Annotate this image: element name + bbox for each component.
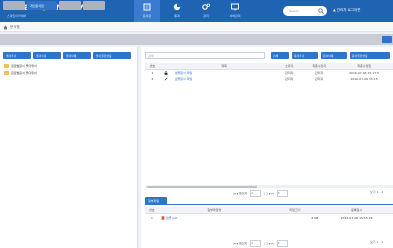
- nav-item-label: 통계: [174, 14, 180, 18]
- search-placeholder: Search: [289, 9, 300, 13]
- tab-1[interactable]: [3, 1, 25, 10]
- file-icon: [161, 215, 165, 220]
- attachment-link[interactable]: 샘플.pdf: [159, 214, 270, 222]
- folder-permission-button[interactable]: 폴더권한설정: [93, 52, 131, 59]
- edit-folder-button[interactable]: 폴더수정: [33, 52, 61, 59]
- nav-item-documents[interactable]: 문서함: [134, 0, 160, 22]
- nav-item-admin[interactable]: 관리: [193, 0, 219, 22]
- breadcrumb: 문서함: [0, 22, 393, 32]
- folder-icon: [4, 64, 9, 68]
- monitor-icon: [231, 3, 239, 11]
- delete-document-button[interactable]: 문서삭제: [321, 52, 347, 59]
- nav-item-label: 관리: [203, 14, 209, 18]
- pencil-icon: [164, 77, 168, 80]
- next-page-icon[interactable]: ▸ ▸|: [269, 192, 274, 196]
- home-icon[interactable]: [3, 25, 8, 30]
- nav-item-label: 문서함: [142, 14, 152, 18]
- tab-4[interactable]: [83, 1, 105, 10]
- tab-3[interactable]: [59, 1, 81, 10]
- table-row[interactable]: 1 샘플.pdf 2 KB 2016-07-06 15:15:26: [145, 214, 393, 222]
- app-logo-subtitle: 스마트아카이버: [7, 14, 27, 18]
- tab-bar: [0, 34, 393, 45]
- pager-top: |◂ ◂ 페이지 1 / 1 ▸ ▸| ▾: [233, 190, 290, 197]
- row-count: 보기 1 - 1: [370, 240, 384, 244]
- search-input[interactable]: Search: [283, 6, 327, 16]
- folder-panel: 폴더추가 폴더수정 폴더삭제 폴더권한설정 글로벌문서 폴더위치 글로벌문서 폴…: [0, 47, 138, 248]
- subtab-underline: [145, 204, 393, 205]
- scrollbar-thumb[interactable]: [147, 185, 257, 188]
- folder-icon: [4, 71, 9, 75]
- nav-item-label: 서버관리: [229, 14, 241, 18]
- pager-bottom: |◂ ◂ 페이지 1 / 1 ▸ ▸| ▾: [233, 240, 290, 247]
- first-page-icon[interactable]: |◂ ◂: [233, 192, 238, 196]
- next-page-icon[interactable]: ▸ ▸|: [269, 242, 274, 246]
- table-row[interactable]: 2 샘플문서 파일 관리자 관리자 2016-07-06 15:15: [145, 76, 393, 82]
- filter-input[interactable]: 검색: [145, 52, 265, 59]
- nav-item-server[interactable]: 서버관리: [222, 0, 248, 22]
- delete-folder-button[interactable]: 폴더삭제: [63, 52, 91, 59]
- gear-icon: [202, 3, 210, 10]
- pie-chart-icon: [173, 3, 181, 11]
- user-menu[interactable]: ▲ 관리자 로그아웃: [333, 8, 360, 13]
- nav-item-statistics[interactable]: 통계: [164, 0, 190, 22]
- lock-icon: [164, 70, 168, 75]
- document-title-link[interactable]: 샘플문서 파일: [173, 76, 276, 82]
- rows-per-page-select[interactable]: ▾: [276, 240, 288, 247]
- tab-attachments[interactable]: 첨부파일: [145, 197, 167, 204]
- document-permission-button[interactable]: 문서권한설정: [350, 52, 390, 59]
- tab-label: 개인문서함: [30, 3, 44, 8]
- add-tab-button[interactable]: [382, 36, 392, 43]
- horizontal-scrollbar[interactable]: [145, 185, 393, 188]
- document-box-icon: [143, 3, 151, 11]
- add-document-button[interactable]: 문서추가: [292, 52, 318, 59]
- rows-per-page-select[interactable]: ▾: [276, 190, 288, 197]
- add-folder-button[interactable]: 폴더추가: [3, 52, 31, 59]
- document-table: 번호 제목 소유자 최종수정자 최종수정일 1 샘플문서 파일 관리자 관리자 …: [145, 63, 393, 82]
- row-count: 보기 1 - 2: [370, 190, 384, 194]
- document-panel: 검색 검색 문서추가 문서삭제 문서권한설정 번호 제목 소유자 최종수정자 최…: [141, 47, 393, 248]
- tree-item[interactable]: 글로벌문서 폴더위치: [4, 71, 124, 77]
- tree-item[interactable]: 글로벌문서 폴더위치: [4, 64, 124, 70]
- search-icon[interactable]: [318, 8, 324, 14]
- first-page-icon[interactable]: |◂ ◂: [233, 242, 238, 246]
- page-number-input[interactable]: 1: [250, 240, 262, 247]
- tab-personal-docs[interactable]: 개인문서함: [27, 1, 57, 10]
- breadcrumb-text: 문서함: [10, 25, 20, 29]
- page-number-input[interactable]: 1: [250, 190, 262, 197]
- search-button[interactable]: 검색: [271, 52, 289, 59]
- attachment-table: 번호 첨부파일명 파일크기 등록일시 1 샘플.pdf 2 KB 2016-07…: [145, 207, 393, 221]
